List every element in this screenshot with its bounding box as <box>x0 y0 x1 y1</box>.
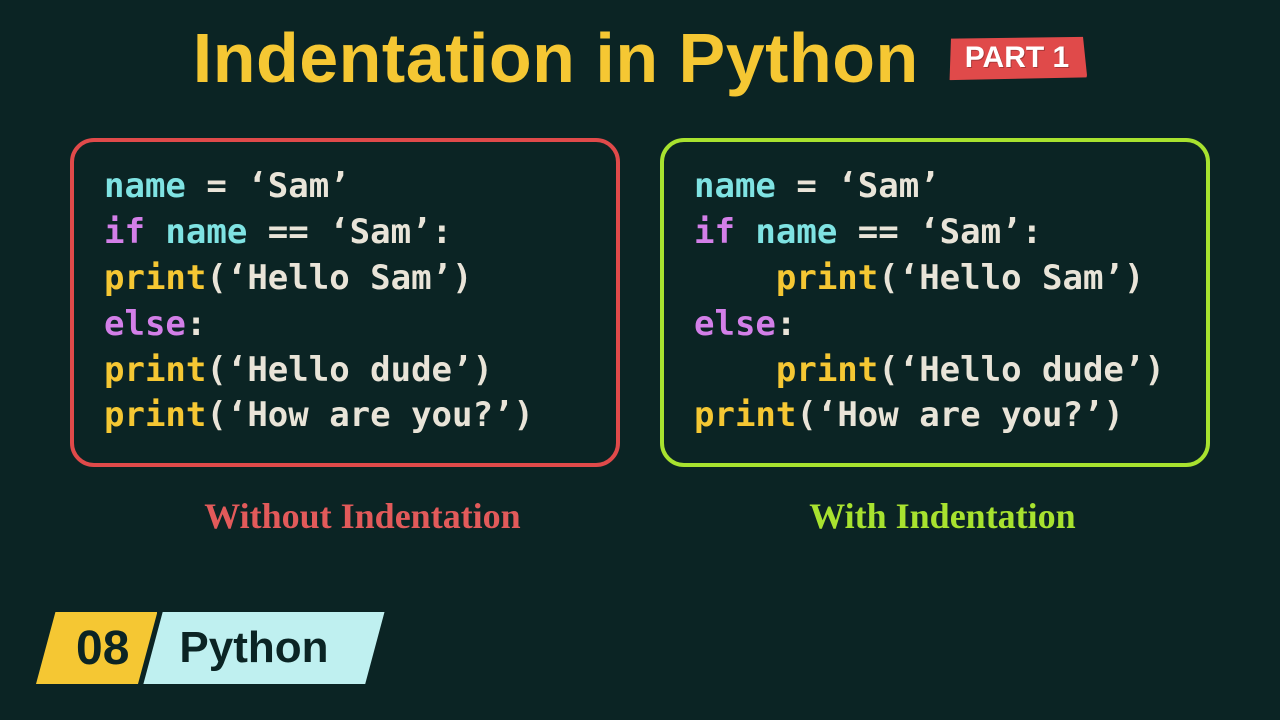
code-panels: name = ‘Sam’if name == ‘Sam’:print(‘Hell… <box>0 138 1280 467</box>
code-token-kw: if <box>694 212 755 252</box>
code-line: else: <box>694 302 1176 348</box>
code-token-pun: ( <box>878 258 898 298</box>
code-token-str: ‘Sam’ <box>247 166 349 206</box>
code-token-str: ‘Sam’ <box>837 166 939 206</box>
main-title: Indentation in Python <box>193 18 919 98</box>
code-token-fn: print <box>694 395 796 435</box>
code-token-pun: ) <box>1144 350 1164 390</box>
code-token-op: == <box>247 212 329 252</box>
code-line: if name == ‘Sam’: <box>694 210 1176 256</box>
code-token-kw: else <box>694 304 776 344</box>
part-badge: PART 1 <box>947 35 1087 81</box>
code-token-kw: else <box>104 304 186 344</box>
code-token-str: ‘Sam’ <box>329 212 431 252</box>
code-token-pun: ) <box>1103 395 1123 435</box>
code-token-pun: : <box>776 304 796 344</box>
code-line: print(‘Hello Sam’) <box>694 256 1176 302</box>
code-token-fn: print <box>104 258 206 298</box>
code-token-fn: print <box>104 350 206 390</box>
code-line: print(‘How are you?’) <box>694 393 1176 439</box>
code-token-fn: print <box>776 258 878 298</box>
code-token-var: name <box>104 166 186 206</box>
code-token-fn: print <box>776 350 878 390</box>
code-token-var: name <box>694 166 776 206</box>
code-token-op <box>694 350 776 390</box>
code-token-var: name <box>755 212 837 252</box>
code-token-pun: ) <box>513 395 533 435</box>
footer-number: 08 <box>36 612 157 684</box>
code-line: print(‘Hello dude’) <box>104 348 586 394</box>
code-token-str: ‘Hello dude’ <box>899 350 1145 390</box>
code-token-op: == <box>837 212 919 252</box>
code-token-pun: ( <box>206 395 226 435</box>
captions-row: Without Indentation With Indentation <box>0 495 1280 537</box>
code-token-var: name <box>165 212 247 252</box>
code-box-without-indent: name = ‘Sam’if name == ‘Sam’:print(‘Hell… <box>70 138 620 467</box>
code-token-str: ‘How are you?’ <box>817 395 1104 435</box>
code-token-pun: : <box>186 304 206 344</box>
code-token-pun: ( <box>206 258 226 298</box>
footer-tag: 08 Python <box>36 612 385 684</box>
code-line: print(‘Hello dude’) <box>694 348 1176 394</box>
code-token-str: ‘Hello Sam’ <box>227 258 452 298</box>
code-token-pun: ( <box>878 350 898 390</box>
code-line: else: <box>104 302 586 348</box>
code-line: name = ‘Sam’ <box>694 164 1176 210</box>
code-token-pun: ) <box>1124 258 1144 298</box>
code-line: print(‘How are you?’) <box>104 393 586 439</box>
code-token-pun: ) <box>472 350 492 390</box>
code-token-pun: ( <box>796 395 816 435</box>
code-token-op <box>694 258 776 298</box>
code-token-str: ‘Sam’ <box>919 212 1021 252</box>
code-line: print(‘Hello Sam’) <box>104 256 586 302</box>
code-token-kw: if <box>104 212 165 252</box>
code-token-pun: : <box>1022 212 1042 252</box>
code-token-pun: ( <box>206 350 226 390</box>
code-box-with-indent: name = ‘Sam’if name == ‘Sam’: print(‘Hel… <box>660 138 1210 467</box>
code-line: name = ‘Sam’ <box>104 164 586 210</box>
code-token-pun: ) <box>452 258 472 298</box>
code-token-op: = <box>776 166 837 206</box>
code-token-str: ‘Hello Sam’ <box>899 258 1124 298</box>
caption-without-indent: Without Indentation <box>204 495 520 537</box>
code-token-pun: : <box>432 212 452 252</box>
footer-language: Python <box>143 612 384 684</box>
code-token-str: ‘How are you?’ <box>227 395 514 435</box>
code-token-str: ‘Hello dude’ <box>227 350 473 390</box>
title-row: Indentation in Python PART 1 <box>0 0 1280 98</box>
code-token-fn: print <box>104 395 206 435</box>
code-token-op: = <box>186 166 247 206</box>
caption-with-indent: With Indentation <box>809 495 1075 537</box>
code-line: if name == ‘Sam’: <box>104 210 586 256</box>
